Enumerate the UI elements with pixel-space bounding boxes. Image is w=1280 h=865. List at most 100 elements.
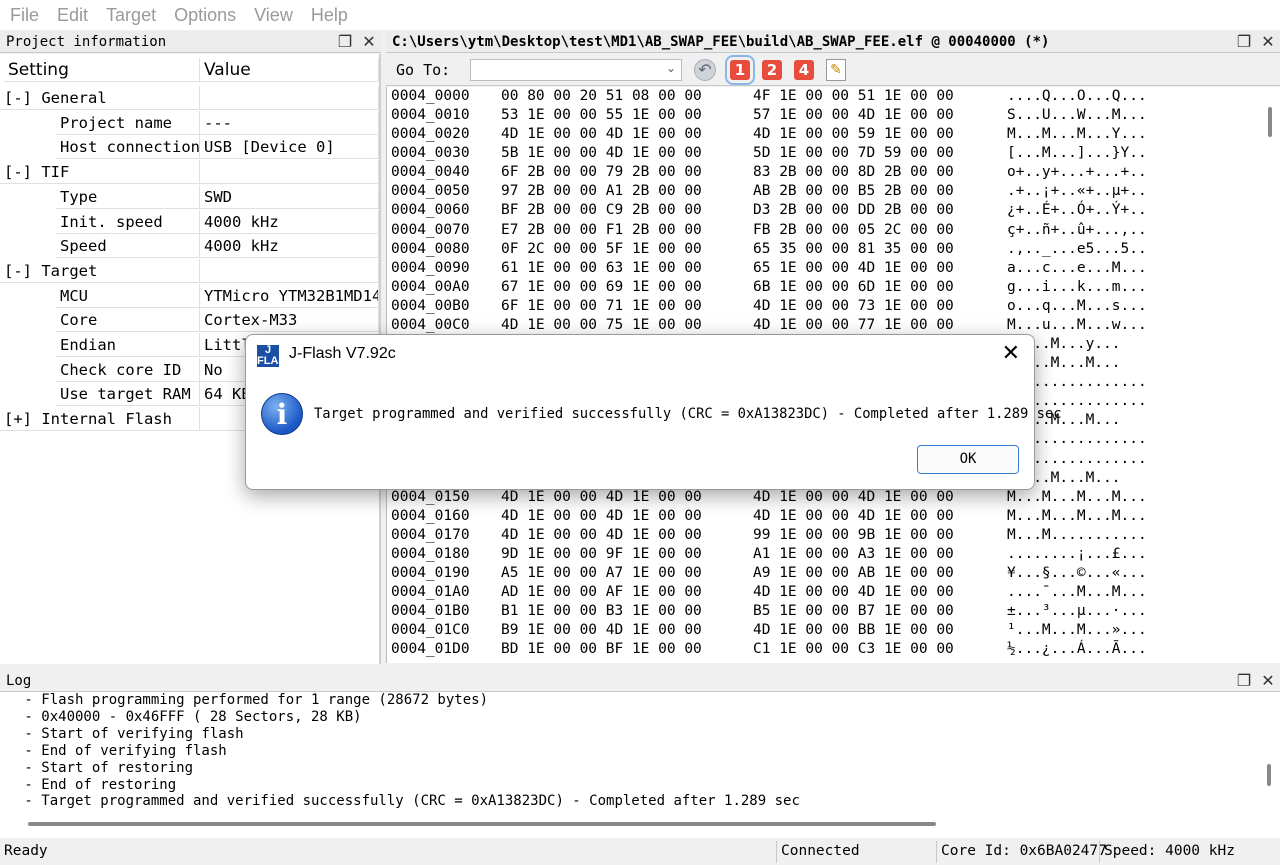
- log-line: - End of restoring: [16, 776, 177, 793]
- setting-value[interactable]: 4000 kHz: [200, 209, 379, 234]
- status-bar: Ready Connected Core Id: 0x6BA02477 Spee…: [0, 838, 1280, 865]
- hex-address: 0004_0150: [391, 488, 470, 505]
- view-1-byte-button[interactable]: 1: [725, 54, 755, 85]
- log-line: - Flash programming performed for 1 rang…: [16, 692, 489, 708]
- setting-value[interactable]: Cortex-M33: [200, 308, 379, 333]
- hex-bytes-low: 4D 1E 00 00 4D 1E 00 00: [501, 507, 702, 524]
- hex-bytes-high: A9 1E 00 00 AB 1E 00 00: [753, 565, 954, 581]
- hex-ascii: .,.._...e5...5..: [1007, 240, 1147, 257]
- hex-bytes-low: 53 1E 00 00 55 1E 00 00: [501, 107, 702, 124]
- view-2-byte-button[interactable]: 2: [762, 59, 782, 80]
- hex-address: 0004_0040: [391, 164, 470, 181]
- hex-ascii: M...M...M...Y...: [1007, 126, 1147, 143]
- setting-name: Check core ID: [56, 357, 200, 382]
- menu-view[interactable]: View: [244, 5, 301, 26]
- edit-notes-icon[interactable]: ✎: [826, 58, 846, 81]
- log-horizontal-scrollbar[interactable]: [28, 822, 936, 826]
- menu-edit[interactable]: Edit: [47, 5, 96, 26]
- setting-value[interactable]: [200, 86, 379, 110]
- back-arrow-icon[interactable]: ↶: [694, 58, 716, 81]
- menu-help[interactable]: Help: [301, 5, 356, 26]
- scroll-thumb[interactable]: [1267, 764, 1271, 786]
- hex-bytes-high: 4D 1E 00 00 4D 1E 00 00: [753, 584, 954, 601]
- menu-target[interactable]: Target: [96, 5, 164, 26]
- close-icon[interactable]: ✕: [1256, 671, 1280, 690]
- hex-ascii: ç+..ñ+..û+...,..: [1007, 221, 1147, 238]
- scroll-thumb[interactable]: [1268, 107, 1272, 137]
- setting-value[interactable]: 4000 kHz: [200, 234, 379, 259]
- setting-value[interactable]: YTMicro YTM32B1MD14: [200, 283, 379, 308]
- hex-bytes-low: A5 1E 00 00 A7 1E 00 00: [501, 565, 702, 581]
- hex-ascii: ........¡...£...: [1007, 545, 1147, 562]
- hex-ascii: a...c...e...M...: [1007, 259, 1147, 276]
- hex-ascii: ¹...M...M...»...: [1007, 622, 1147, 639]
- menu-file[interactable]: File: [0, 5, 47, 26]
- hex-address: 0004_0090: [391, 259, 470, 276]
- hex-bytes-low: B9 1E 00 00 4D 1E 00 00: [501, 622, 702, 639]
- menu-options[interactable]: Options: [164, 5, 244, 26]
- hex-ascii: [...M...]...}Y..: [1007, 145, 1147, 162]
- hex-address: 0004_0180: [391, 545, 470, 562]
- status-ready: Ready: [4, 843, 48, 859]
- hex-bytes-low: 5B 1E 00 00 4D 1E 00 00: [501, 145, 702, 162]
- log-output: - Flash programming performed for 1 rang…: [0, 692, 1258, 838]
- setting-value[interactable]: ---: [200, 110, 379, 135]
- goto-address-combobox[interactable]: ⌄: [470, 58, 682, 81]
- hex-vertical-scrollbar[interactable]: [1260, 87, 1280, 663]
- setting-name: Speed: [56, 234, 200, 259]
- restore-window-icon[interactable]: ❐: [1232, 671, 1256, 690]
- log-panel-title: Log: [6, 672, 32, 689]
- setting-value[interactable]: USB [Device 0]: [200, 135, 379, 160]
- chevron-down-icon[interactable]: ⌄: [666, 61, 676, 75]
- close-icon[interactable]: ✕: [1256, 32, 1280, 51]
- setting-value[interactable]: [200, 258, 379, 283]
- hex-ascii: ¥...§...©...«...: [1007, 565, 1147, 581]
- restore-window-icon[interactable]: ❐: [1232, 32, 1256, 51]
- hex-address: 0004_01C0: [391, 622, 470, 639]
- close-icon[interactable]: ✕: [357, 32, 381, 51]
- view-4-byte-button[interactable]: 4: [794, 59, 814, 80]
- setting-name: Type: [56, 184, 200, 209]
- hex-bytes-low: 61 1E 00 00 63 1E 00 00: [501, 259, 702, 276]
- divider: [1099, 841, 1100, 863]
- hex-ascii: ....Q...O...Q...: [1007, 88, 1147, 104]
- setting-column-header[interactable]: Setting: [4, 58, 200, 82]
- hex-address: 0004_0070: [391, 221, 470, 238]
- hex-address: 0004_01B0: [391, 603, 470, 620]
- ok-button[interactable]: OK: [917, 445, 1019, 474]
- menu-bar: File Edit Target Options View Help: [0, 0, 1280, 30]
- log-line: - End of verifying flash: [16, 742, 227, 759]
- hex-bytes-low: 97 2B 00 00 A1 2B 00 00: [501, 183, 702, 200]
- status-core-id: Core Id: 0x6BA02477: [941, 843, 1107, 859]
- setting-name: Host connection: [56, 135, 200, 160]
- divider: [776, 841, 777, 863]
- setting-value[interactable]: [200, 160, 379, 185]
- status-connection: Connected: [781, 843, 860, 859]
- log-vertical-scrollbar[interactable]: [1258, 692, 1280, 838]
- hex-bytes-high: 4D 1E 00 00 59 1E 00 00: [753, 126, 954, 143]
- goto-label: Go To:: [396, 60, 451, 79]
- setting-name: Core: [56, 308, 200, 333]
- hex-address: 0004_0170: [391, 526, 470, 543]
- hex-bytes-high: C1 1E 00 00 C3 1E 00 00: [753, 641, 954, 658]
- hex-bytes-low: B1 1E 00 00 B3 1E 00 00: [501, 603, 702, 620]
- log-line: - Start of verifying flash: [16, 725, 244, 742]
- restore-window-icon[interactable]: ❐: [333, 32, 357, 51]
- hex-ascii: ¿+..É+..Ó+..Ý+..: [1007, 202, 1147, 219]
- hex-bytes-high: B5 1E 00 00 B7 1E 00 00: [753, 603, 954, 620]
- setting-value[interactable]: SWD: [200, 184, 379, 209]
- value-column-header[interactable]: Value: [200, 58, 379, 82]
- hex-bytes-high: 4D 1E 00 00 73 1E 00 00: [753, 297, 954, 314]
- project-panel-title: Project information: [6, 33, 167, 50]
- project-panel-header: Project information ❐ ✕: [0, 31, 381, 53]
- close-icon[interactable]: ✕: [1002, 341, 1020, 366]
- hex-bytes-high: 4D 1E 00 00 4D 1E 00 00: [753, 488, 954, 505]
- success-dialog: J FLASH J-Flash V7.92c ✕ i Target progra…: [245, 334, 1062, 490]
- hex-address: 0004_0030: [391, 145, 470, 162]
- hex-address: 0004_00A0: [391, 278, 470, 295]
- hex-address: 0004_00B0: [391, 297, 470, 314]
- status-speed: Speed: 4000 kHz: [1104, 843, 1235, 859]
- hex-ascii: S...U...W...M...: [1007, 107, 1147, 124]
- hex-ascii: o+..y+...+...+..: [1007, 164, 1147, 181]
- hex-bytes-low: 4D 1E 00 00 4D 1E 00 00: [501, 126, 702, 143]
